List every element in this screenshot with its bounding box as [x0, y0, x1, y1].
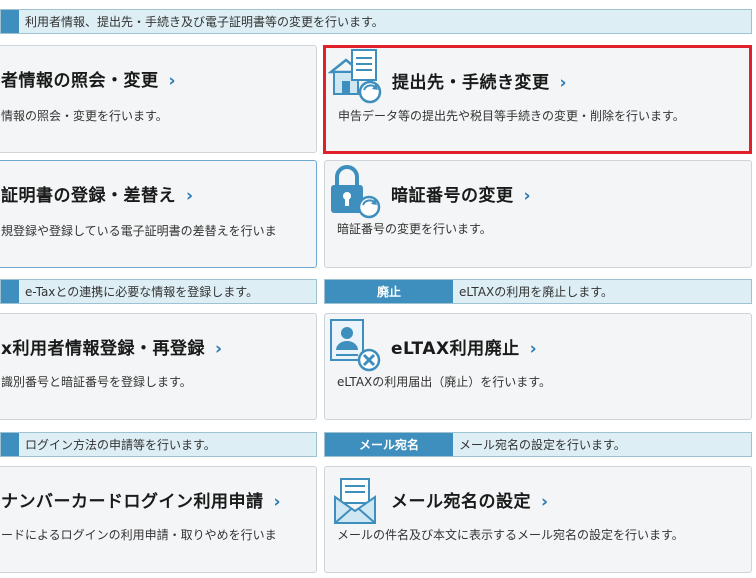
chevron-right-icon: › [541, 492, 549, 512]
section-header-abolish: 廃止 eLTAXの利用を廃止します。 [324, 279, 752, 304]
card-title: x利用者情報登録・再登録 [1, 339, 205, 359]
card-title: メール宛名の設定 [391, 492, 531, 512]
section-header-text: e-Taxとの連携に必要な情報を登録します。 [25, 285, 259, 299]
section-header-mail: メール宛名 メール宛名の設定を行います。 [324, 432, 752, 457]
chevron-right-icon: › [214, 339, 223, 359]
card-desc: 暗証番号の変更を行います。 [337, 222, 492, 236]
card-title: 証明書の登録・差替え [1, 186, 176, 206]
card-mynumber-login[interactable]: ナンバーカードログイン利用申請 › ードによるログインの利用申請・取りやめを行いま [0, 466, 317, 573]
card-title: 提出先・手続き変更 [392, 73, 550, 93]
card-certificate-register[interactable]: 証明書の登録・差替え › 規登録や登録している電子証明書の差替えを行いま [0, 160, 317, 268]
section-header-text: ログイン方法の申請等を行います。 [25, 438, 216, 452]
card-mail-name-setting[interactable]: メール宛名の設定 › メールの件名及び本文に表示するメール宛名の設定を行います。 [324, 466, 752, 573]
card-pin-change[interactable]: 暗証番号の変更 › 暗証番号の変更を行います。 [324, 160, 752, 268]
card-title: ナンバーカードログイン利用申請 [1, 492, 264, 512]
card-title: 暗証番号の変更 [391, 186, 514, 206]
section-header-login: ログイン方法の申請等を行います。 [0, 432, 317, 457]
section-header-text: eLTAXの利用を廃止します。 [459, 285, 614, 299]
envelope-icon [334, 478, 376, 524]
section-header-tag [1, 280, 19, 303]
card-desc: 識別番号と暗証番号を登録します。 [1, 375, 192, 389]
card-desc: 申告データ等の提出先や税目等手続きの変更・削除を行います。 [338, 109, 685, 123]
padlock-refresh-icon [331, 165, 381, 219]
card-desc: 情報の照会・変更を行います。 [1, 109, 168, 123]
card-eltax-abolish[interactable]: eLTAX利用廃止 › eLTAXの利用届出（廃止）を行います。 [324, 313, 752, 420]
section-header-tag [1, 433, 19, 456]
building-document-refresh-icon [328, 49, 382, 104]
card-user-info-change[interactable]: 者情報の照会・変更 › 情報の照会・変更を行います。 [0, 45, 317, 153]
chevron-right-icon: › [559, 73, 568, 93]
section-header-text: メール宛名の設定を行います。 [459, 438, 626, 452]
card-title: eLTAX利用廃止 [391, 339, 520, 359]
chevron-right-icon: › [273, 492, 282, 512]
card-title: 者情報の照会・変更 [1, 71, 159, 91]
section-header-change: 利用者情報、提出先・手続き及び電子証明書等の変更を行います。 [0, 9, 752, 34]
section-header-tag [1, 10, 19, 33]
card-desc: メールの件名及び本文に表示するメール宛名の設定を行います。 [337, 528, 684, 542]
chevron-right-icon: › [168, 71, 177, 91]
card-desc: ードによるログインの利用申請・取りやめを行いま [1, 528, 277, 542]
chevron-right-icon: › [186, 186, 194, 206]
user-document-cancel-icon [330, 319, 381, 372]
chevron-right-icon: › [523, 186, 532, 206]
chevron-right-icon: › [529, 339, 538, 359]
section-header-text: 利用者情報、提出先・手続き及び電子証明書等の変更を行います。 [25, 15, 384, 29]
section-header-tag: 廃止 [325, 280, 453, 303]
card-desc: eLTAXの利用届出（廃止）を行います。 [337, 375, 552, 389]
section-header-tag: メール宛名 [325, 433, 453, 456]
card-submission-change[interactable]: 提出先・手続き変更 › 申告データ等の提出先や税目等手続きの変更・削除を行います。 [323, 45, 752, 154]
card-etax-register[interactable]: x利用者情報登録・再登録 › 識別番号と暗証番号を登録します。 [0, 313, 317, 420]
card-desc: 規登録や登録している電子証明書の差替えを行いま [1, 224, 277, 238]
section-header-etax: e-Taxとの連携に必要な情報を登録します。 [0, 279, 317, 304]
